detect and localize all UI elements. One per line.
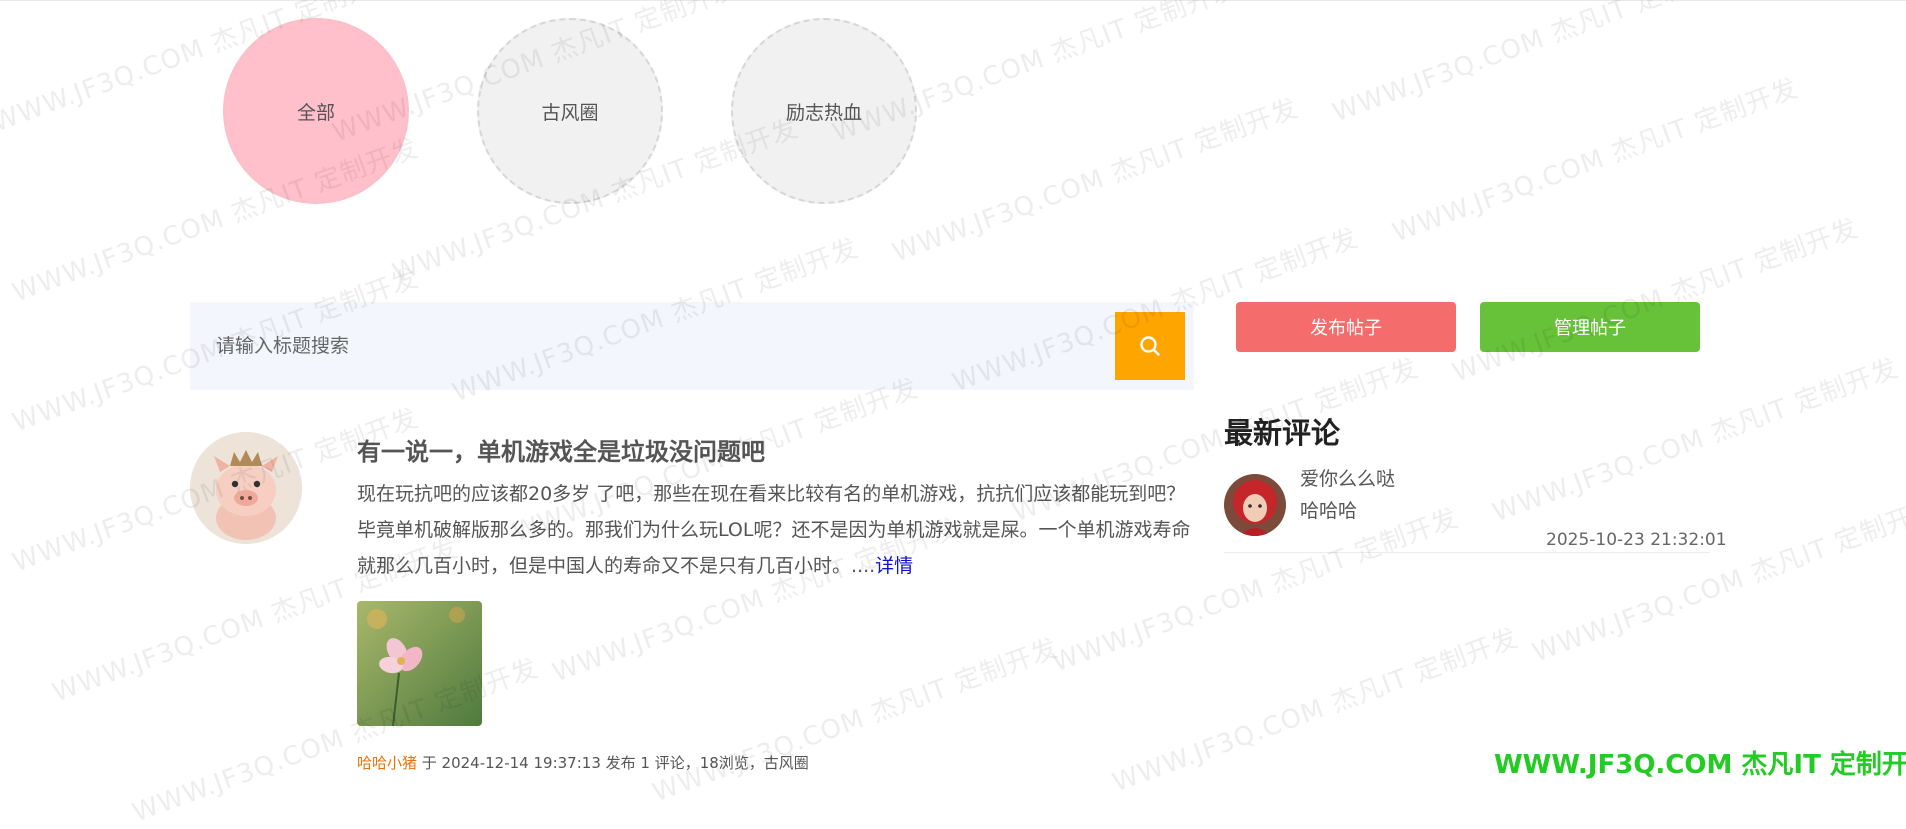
search-button[interactable] bbox=[1115, 312, 1185, 380]
post-title[interactable]: 有一说一，单机游戏全是垃圾没问题吧 bbox=[357, 432, 765, 467]
watermark: WWW.JF3Q.COM 杰凡IT 定制开发 bbox=[648, 633, 1063, 809]
pig-avatar-icon bbox=[190, 432, 302, 544]
post-author-name[interactable]: 哈哈小猪 bbox=[357, 754, 417, 772]
watermark: WWW.JF3Q.COM 杰凡IT 定制开发 bbox=[1528, 493, 1906, 669]
flower-image-icon bbox=[357, 601, 482, 726]
publish-post-button[interactable]: 发布帖子 bbox=[1236, 302, 1456, 352]
watermark: WWW.JF3Q.COM 杰凡IT 定制开发 bbox=[888, 93, 1303, 269]
watermark: WWW.JF3Q.COM 杰凡IT 定制开发 bbox=[1488, 353, 1903, 529]
post-excerpt-text: 现在玩抗吧的应该都20多岁 了吧，那些在现在看来比较有名的单机游戏，抗抗们应该都… bbox=[357, 483, 1191, 577]
search-bar bbox=[190, 302, 1194, 390]
post-author-avatar[interactable] bbox=[190, 432, 302, 544]
category-label: 励志热血 bbox=[785, 101, 862, 124]
comment-content: 哈哈哈 bbox=[1300, 500, 1358, 522]
comment-divider bbox=[1224, 552, 1710, 553]
category-gufengquan[interactable]: 古风圈 bbox=[477, 18, 663, 204]
watermark: WWW.JF3Q.COM 杰凡IT 定制开发 bbox=[1388, 73, 1803, 249]
watermark: WWW.JF3Q.COM 杰凡IT 定制开发 bbox=[1108, 623, 1523, 799]
brand-watermark: WWW.JF3Q.COM 杰凡IT 定制开发 bbox=[1494, 750, 1906, 780]
top-divider bbox=[0, 0, 1906, 1]
comment-timestamp: 2025-10-23 21:32:01 bbox=[1546, 530, 1727, 550]
latest-comments-title: 最新评论 bbox=[1224, 416, 1341, 450]
watermark: WWW.JF3Q.COM 杰凡IT 定制开发 bbox=[1328, 0, 1743, 129]
search-icon bbox=[1140, 336, 1160, 356]
post-meta-text: 于 2024-12-14 19:37:13 发布 1 评论，18浏览，古风圈 bbox=[417, 754, 809, 772]
category-label: 古风圈 bbox=[541, 101, 599, 124]
post-excerpt: 现在玩抗吧的应该都20多岁 了吧，那些在现在看来比较有名的单机游戏，抗抗们应该都… bbox=[357, 476, 1199, 584]
category-lizhirexue[interactable]: 励志热血 bbox=[731, 18, 917, 204]
manage-posts-button[interactable]: 管理帖子 bbox=[1480, 302, 1700, 352]
comment-username: 爱你么么哒 bbox=[1300, 468, 1396, 490]
comment-avatar[interactable] bbox=[1224, 474, 1286, 536]
post-thumbnail[interactable] bbox=[357, 601, 482, 726]
search-input[interactable] bbox=[190, 302, 1115, 390]
post-meta: 哈哈小猪 于 2024-12-14 19:37:13 发布 1 评论，18浏览，… bbox=[357, 752, 809, 773]
post-detail-link[interactable]: 详情 bbox=[875, 555, 913, 577]
category-all[interactable]: 全部 bbox=[223, 18, 409, 204]
watermark: WWW.JF3Q.COM 杰凡IT 定制开发 bbox=[1448, 213, 1863, 389]
user-avatar-icon bbox=[1224, 474, 1286, 536]
category-label: 全部 bbox=[296, 101, 335, 124]
